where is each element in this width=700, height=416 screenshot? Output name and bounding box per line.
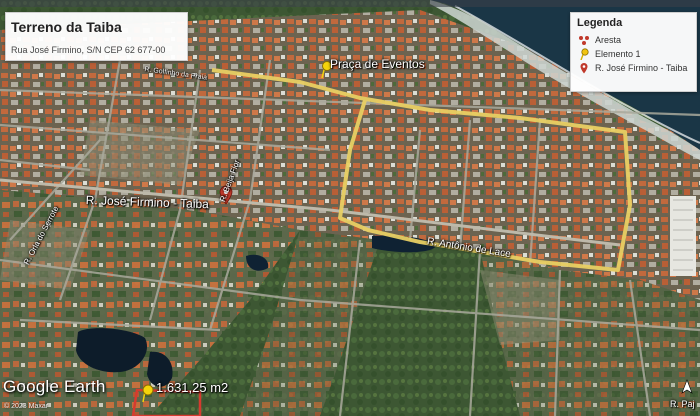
legend-item-aresta: Aresta bbox=[577, 33, 690, 47]
pushpin-icon bbox=[577, 48, 591, 61]
praca-label: Praça de Eventos bbox=[330, 57, 425, 71]
north-arrow-icon[interactable] bbox=[680, 379, 694, 395]
dots-icon bbox=[577, 34, 591, 46]
google-earth-logo: Google Earth bbox=[3, 377, 106, 396]
imagery-copyright: © 2023 Maxar bbox=[4, 403, 49, 410]
legend-item-street: R. José Firmino - Taiba bbox=[577, 61, 690, 75]
legend-item-label: R. José Firmino - Taiba bbox=[595, 63, 688, 73]
plot-area-label: 1.631,25 m2 bbox=[156, 380, 229, 395]
placemark-icon bbox=[577, 62, 591, 74]
map-title: Terreno da Taiba bbox=[11, 19, 122, 35]
map-address: Rua José Firmino, S/N CEP 62 677-00 bbox=[11, 45, 166, 55]
right-street-label: R. Paj bbox=[670, 399, 695, 409]
legend-item-label: Elemento 1 bbox=[595, 49, 641, 59]
legend-item-elemento: Elemento 1 bbox=[577, 47, 690, 61]
legend-title: Legenda bbox=[577, 17, 623, 29]
title-panel: Terreno da Taiba Rua José Firmino, S/N C… bbox=[5, 12, 188, 61]
legend-panel: Legenda Aresta Elemento 1 R. José Firmin… bbox=[570, 12, 697, 92]
legend-item-label: Aresta bbox=[595, 35, 622, 45]
map-canvas[interactable]: Praça de Eventos R. José Firmino - Taiba… bbox=[0, 0, 700, 416]
